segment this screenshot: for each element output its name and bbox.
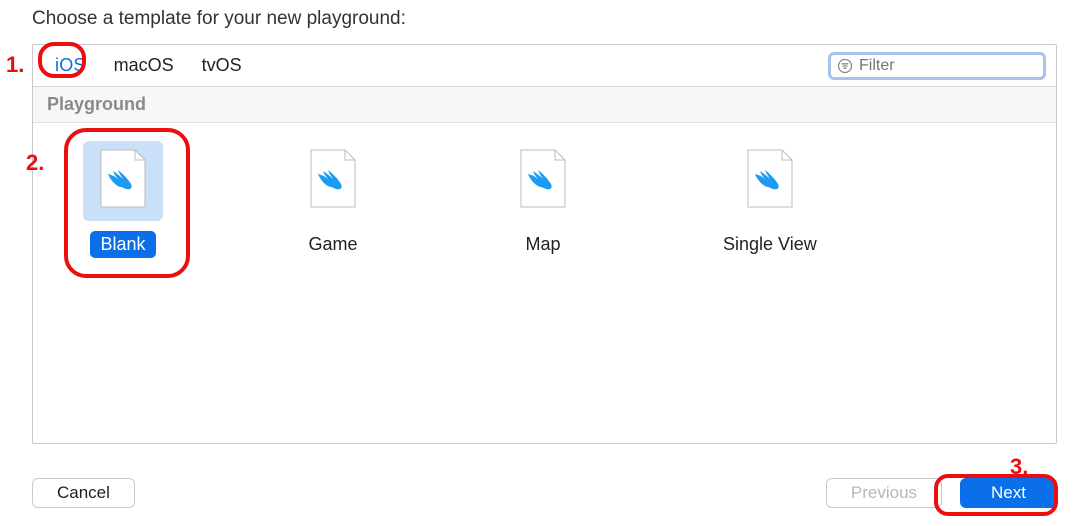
template-panel: iOS macOS tvOS Playground [32, 44, 1057, 444]
template-single-view[interactable]: Single View [713, 141, 827, 258]
template-blank[interactable]: Blank [83, 141, 163, 258]
template-icon-wrapper [503, 141, 583, 221]
filter-field[interactable] [828, 52, 1046, 80]
template-icon-wrapper [730, 141, 810, 221]
tab-ios[interactable]: iOS [43, 51, 98, 80]
platform-tabbar: iOS macOS tvOS [33, 45, 1056, 87]
template-label: Blank [90, 231, 155, 258]
next-button[interactable]: Next [960, 478, 1057, 508]
dialog-footer: Cancel Previous Next [32, 478, 1057, 508]
filter-input[interactable] [859, 57, 1037, 75]
swift-file-icon [309, 149, 357, 214]
template-icon-wrapper [293, 141, 373, 221]
template-game[interactable]: Game [293, 141, 373, 258]
swift-file-icon [519, 149, 567, 214]
annotation-number-3: 3. [1010, 454, 1028, 480]
previous-button: Previous [826, 478, 942, 508]
tab-tvos[interactable]: tvOS [190, 51, 254, 80]
template-icon-wrapper [83, 141, 163, 221]
template-label: Single View [713, 231, 827, 258]
template-grid: Blank Game [33, 123, 1056, 276]
template-map[interactable]: Map [503, 141, 583, 258]
annotation-number-1: 1. [6, 52, 24, 78]
tab-macos[interactable]: macOS [102, 51, 186, 80]
cancel-button[interactable]: Cancel [32, 478, 135, 508]
swift-file-icon [99, 149, 147, 214]
section-header-playground: Playground [33, 87, 1056, 123]
swift-file-icon [746, 149, 794, 214]
template-label: Game [298, 231, 367, 258]
page-title: Choose a template for your new playgroun… [32, 8, 406, 30]
filter-icon [837, 58, 853, 74]
template-label: Map [515, 231, 570, 258]
